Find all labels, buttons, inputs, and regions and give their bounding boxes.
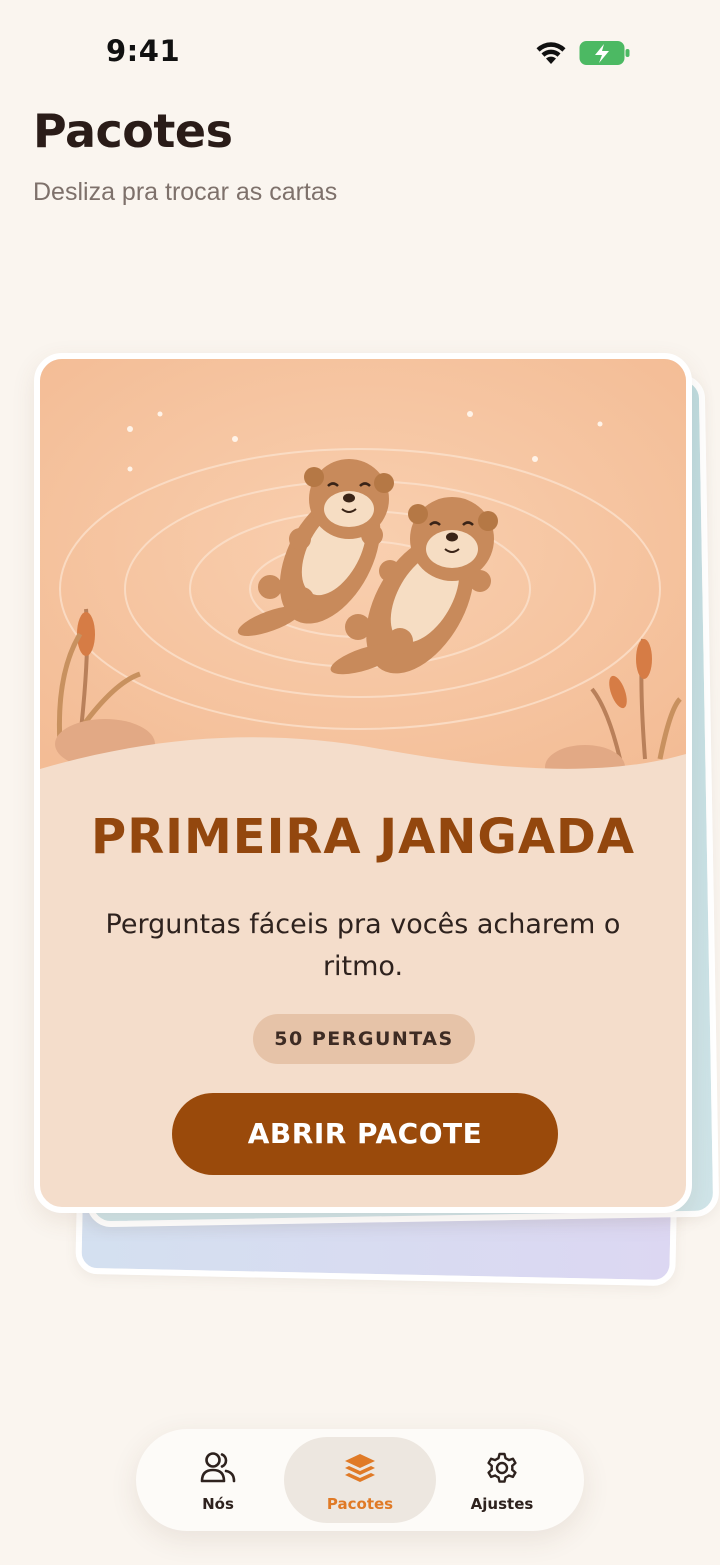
status-time: 9:41 (106, 34, 181, 68)
pack-card[interactable]: PRIMEIRA JANGADA Perguntas fáceis pra vo… (34, 353, 692, 1213)
wifi-icon (536, 42, 566, 64)
page-title: Pacotes (33, 104, 233, 158)
nav-label-ajustes: Ajustes (470, 1495, 534, 1513)
nav-label-pacotes: Pacotes (326, 1495, 394, 1513)
question-count-badge: 50 PERGUNTAS (253, 1014, 475, 1064)
gear-icon (487, 1452, 517, 1483)
pack-description: Perguntas fáceis pra vocês acharem o rit… (105, 909, 621, 982)
page-subtitle: Desliza pra trocar as cartas (33, 178, 338, 206)
battery-charging-icon (579, 41, 630, 65)
bottom-nav: Nós Pacotes Ajustes (136, 1429, 584, 1531)
nav-label-nos: Nós (202, 1495, 234, 1513)
nav-item-ajustes[interactable]: Ajustes (438, 1437, 566, 1523)
nav-item-pacotes[interactable]: Pacotes (284, 1437, 436, 1523)
open-pack-button[interactable]: ABRIR PACOTE (172, 1093, 558, 1175)
pack-title: PRIMEIRA JANGADA (91, 809, 635, 865)
stack-icon (345, 1454, 375, 1482)
people-icon (200, 1452, 236, 1483)
nav-item-nos[interactable]: Nós (154, 1437, 282, 1523)
status-bar: 9:41 (0, 0, 720, 100)
otters-floating-icon (40, 359, 686, 779)
